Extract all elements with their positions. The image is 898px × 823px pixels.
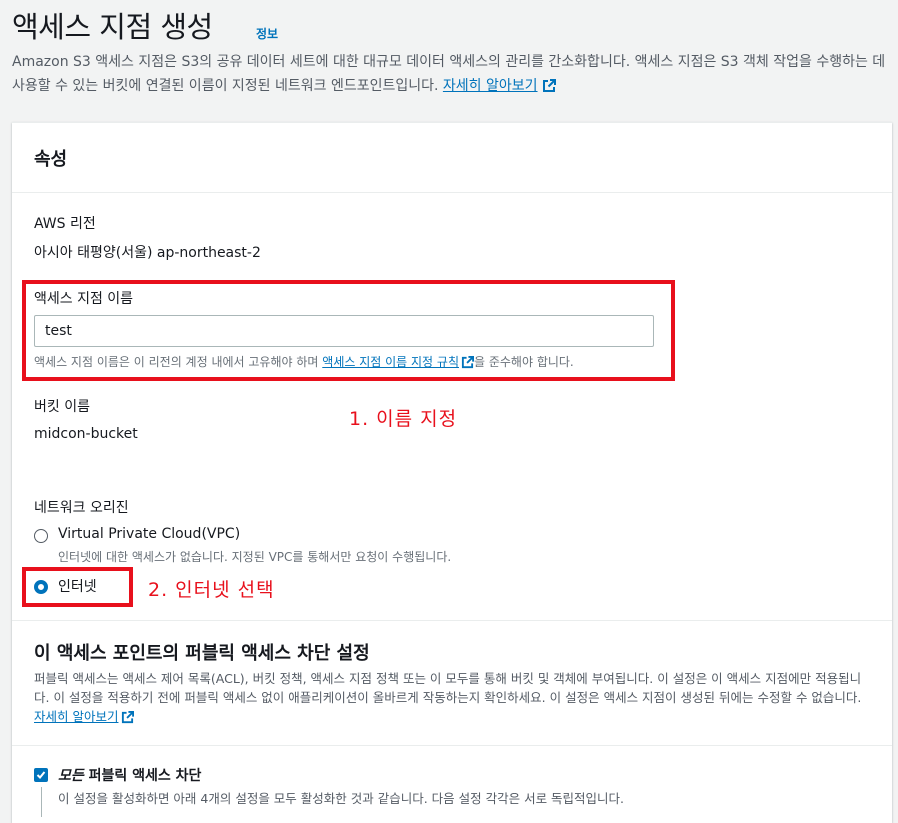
bucket-name-value: midcon-bucket	[34, 426, 138, 442]
bucket-name-label: 버킷 이름	[34, 399, 90, 415]
properties-panel: 속성 AWS 리전 아시아 태평양(서울) ap-northeast-2 액세스…	[12, 122, 892, 823]
page-title: 액세스 지점 생성	[12, 10, 213, 44]
properties-header: 속성	[12, 123, 892, 193]
region-label: AWS 리전	[34, 216, 96, 232]
checkmark-icon	[36, 771, 46, 779]
section-divider	[12, 620, 892, 621]
region-value: 아시아 태평양(서울) ap-northeast-2	[34, 245, 261, 261]
annotation-box-name	[22, 280, 675, 381]
page-description: Amazon S3 액세스 지점은 S3의 공유 데이터 세트에 대한 대규모 …	[12, 50, 892, 98]
block-public-learn-more-link[interactable]: 자세히 알아보기	[34, 709, 118, 724]
block-all-checkbox[interactable]	[34, 768, 48, 782]
external-link-icon[interactable]	[542, 79, 556, 93]
network-origin-label: 네트워크 오리진	[34, 500, 129, 516]
block-all-hint: 이 설정을 활성화하면 아래 4개의 설정을 모두 활성화한 것과 같습니다. …	[58, 791, 625, 806]
vpc-option-label[interactable]: Virtual Private Cloud(VPC)	[58, 526, 240, 542]
tree-line	[41, 787, 42, 817]
annotation-step2: 2. 인터넷 선택	[148, 579, 275, 601]
block-public-title: 이 액세스 포인트의 퍼블릭 액세스 차단 설정	[34, 643, 370, 664]
external-link-icon[interactable]	[121, 711, 135, 724]
info-link[interactable]: 정보	[256, 25, 278, 42]
block-all-label-text: 퍼블릭 액세스 차단	[83, 768, 202, 784]
vpc-option-hint: 인터넷에 대한 액세스가 없습니다. 지정된 VPC를 통해서만 요청이 수행됩…	[58, 550, 452, 564]
section-divider	[12, 745, 892, 746]
block-public-description-text: 퍼블릭 액세스는 액세스 제어 목록(ACL), 버킷 정책, 액세스 지점 정…	[34, 671, 862, 705]
properties-header-title: 속성	[34, 149, 68, 170]
block-all-emphasis: 모든	[58, 768, 84, 784]
block-all-label[interactable]: 모든 퍼블릭 액세스 차단	[58, 765, 201, 785]
learn-more-link[interactable]: 자세히 알아보기	[443, 78, 538, 94]
block-public-description: 퍼블릭 액세스는 액세스 제어 목록(ACL), 버킷 정책, 액세스 지점 정…	[34, 669, 870, 726]
annotation-step1: 1. 이름 지정	[349, 408, 458, 430]
annotation-box-internet	[22, 567, 133, 607]
vpc-radio[interactable]	[34, 529, 48, 543]
